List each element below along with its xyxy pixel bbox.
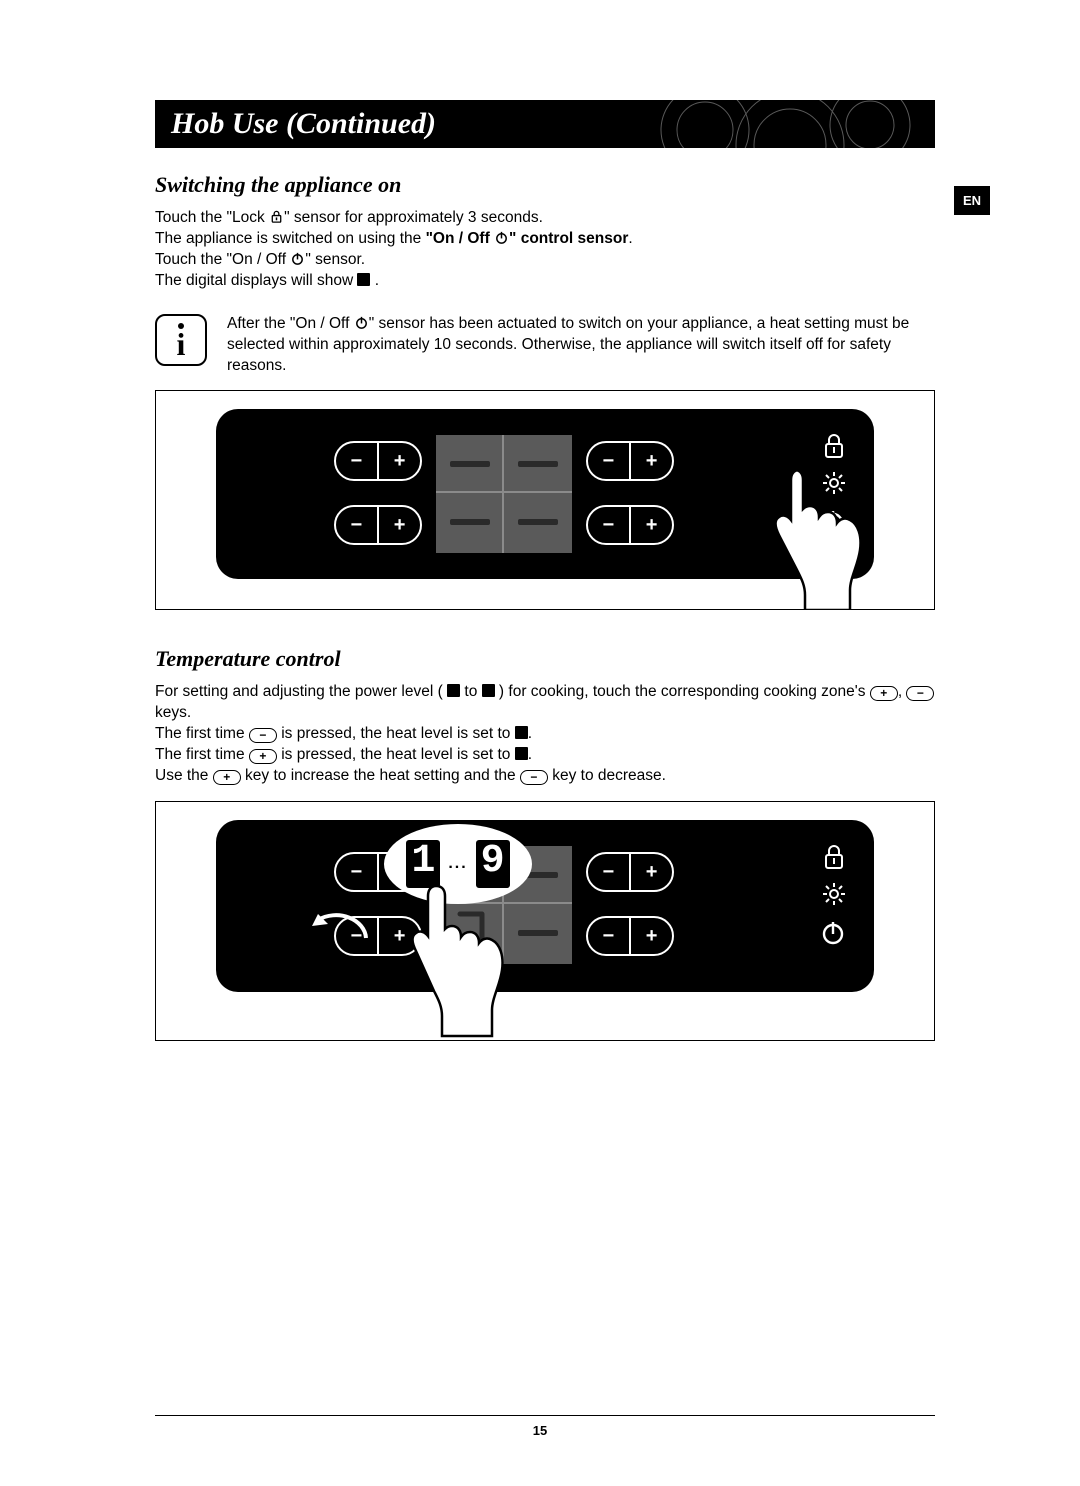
minus-key-icon: − — [249, 728, 277, 743]
display-chip-icon — [515, 747, 528, 760]
plus-key: + — [379, 507, 420, 543]
plus-key-icon: + — [213, 770, 241, 785]
text: is pressed, the heat level is set to — [277, 746, 515, 763]
page-number: 15 — [0, 1423, 1080, 1438]
hand-pointer-icon — [376, 866, 516, 1041]
text: " control sensor — [509, 230, 628, 247]
text: For setting and adjusting the power leve… — [155, 683, 447, 700]
section2-body: For setting and adjusting the power leve… — [155, 682, 935, 787]
info-icon: i — [155, 314, 207, 366]
section1-body: Touch the "Lock " sensor for approximate… — [155, 208, 935, 292]
text: key to increase the heat setting and the — [241, 767, 520, 784]
text: . — [528, 746, 532, 763]
plus-key: + — [631, 507, 672, 543]
digital-display-cluster — [436, 435, 572, 553]
plus-key: + — [631, 443, 672, 479]
minus-key-icon: − — [520, 770, 548, 785]
panel-lock-icon — [822, 844, 846, 870]
power-icon — [494, 230, 509, 245]
zone-control-bottom-right: − + — [586, 505, 674, 545]
minus-key: − — [588, 443, 629, 479]
text: "On / Off — [426, 230, 494, 247]
page-title: Hob Use (Continued) — [171, 107, 436, 141]
text: " sensor. — [305, 251, 365, 268]
footer-rule — [155, 1415, 935, 1416]
display-chip-icon — [482, 684, 495, 697]
minus-key: − — [588, 918, 629, 954]
text: The first time — [155, 746, 249, 763]
plus-key-icon: + — [249, 749, 277, 764]
text: keys. — [155, 704, 191, 721]
display-chip-icon — [357, 273, 370, 286]
minus-key: − — [336, 443, 377, 479]
text: . — [628, 230, 632, 247]
text: Touch the "On / Off — [155, 251, 290, 268]
plus-key: + — [631, 854, 672, 890]
text: Use the — [155, 767, 213, 784]
text: The digital displays will show — [155, 272, 357, 289]
display-chip-icon — [447, 684, 460, 697]
display-chip-icon — [515, 726, 528, 739]
plus-key: + — [379, 443, 420, 479]
minus-key: − — [336, 507, 377, 543]
zone-control-bottom-right: −+ — [586, 916, 674, 956]
text: , — [898, 683, 907, 700]
plus-key-icon: + — [870, 686, 898, 701]
curved-arrow-icon — [306, 900, 376, 948]
text: . — [370, 272, 379, 289]
panel-light-icon — [822, 882, 846, 906]
hand-pointer-icon — [744, 450, 874, 610]
text: After the "On / Off — [227, 315, 354, 332]
lock-icon — [269, 209, 284, 224]
text: to — [460, 683, 482, 700]
text: is pressed, the heat level is set to — [277, 725, 515, 742]
text: The appliance is switched on using the — [155, 230, 426, 247]
section-heading-switching-on: Switching the appliance on — [155, 172, 935, 198]
minus-key: − — [336, 854, 377, 890]
text: " sensor for approximately 3 seconds. — [284, 209, 543, 226]
zone-control-top-right: − + — [586, 441, 674, 481]
text: Touch the "Lock — [155, 209, 269, 226]
panel-power-icon — [820, 920, 846, 946]
zone-control-bottom-left: − + — [334, 505, 422, 545]
text: The first time — [155, 725, 249, 742]
plus-key: + — [631, 918, 672, 954]
control-panel-figure-2: −+ −+ −+ −+ 1 ... 9 — [155, 801, 935, 1041]
minus-key: − — [588, 854, 629, 890]
minus-key: − — [588, 507, 629, 543]
title-bar: Hob Use (Continued) — [155, 100, 935, 148]
power-icon — [290, 251, 305, 266]
info-callout: i After the "On / Off " sensor has been … — [155, 314, 935, 377]
language-tab: EN — [954, 186, 990, 215]
zone-control-top-left: − + — [334, 441, 422, 481]
zone-control-top-right: −+ — [586, 852, 674, 892]
title-decoration — [655, 100, 915, 148]
text: ) for cooking, touch the corresponding c… — [495, 683, 870, 700]
power-icon — [354, 315, 369, 330]
control-panel-figure-1: − + − + − + − + — [155, 390, 935, 610]
minus-key-icon: − — [906, 686, 934, 701]
text: key to decrease. — [548, 767, 666, 784]
text: . — [528, 725, 532, 742]
section-heading-temperature: Temperature control — [155, 646, 935, 672]
